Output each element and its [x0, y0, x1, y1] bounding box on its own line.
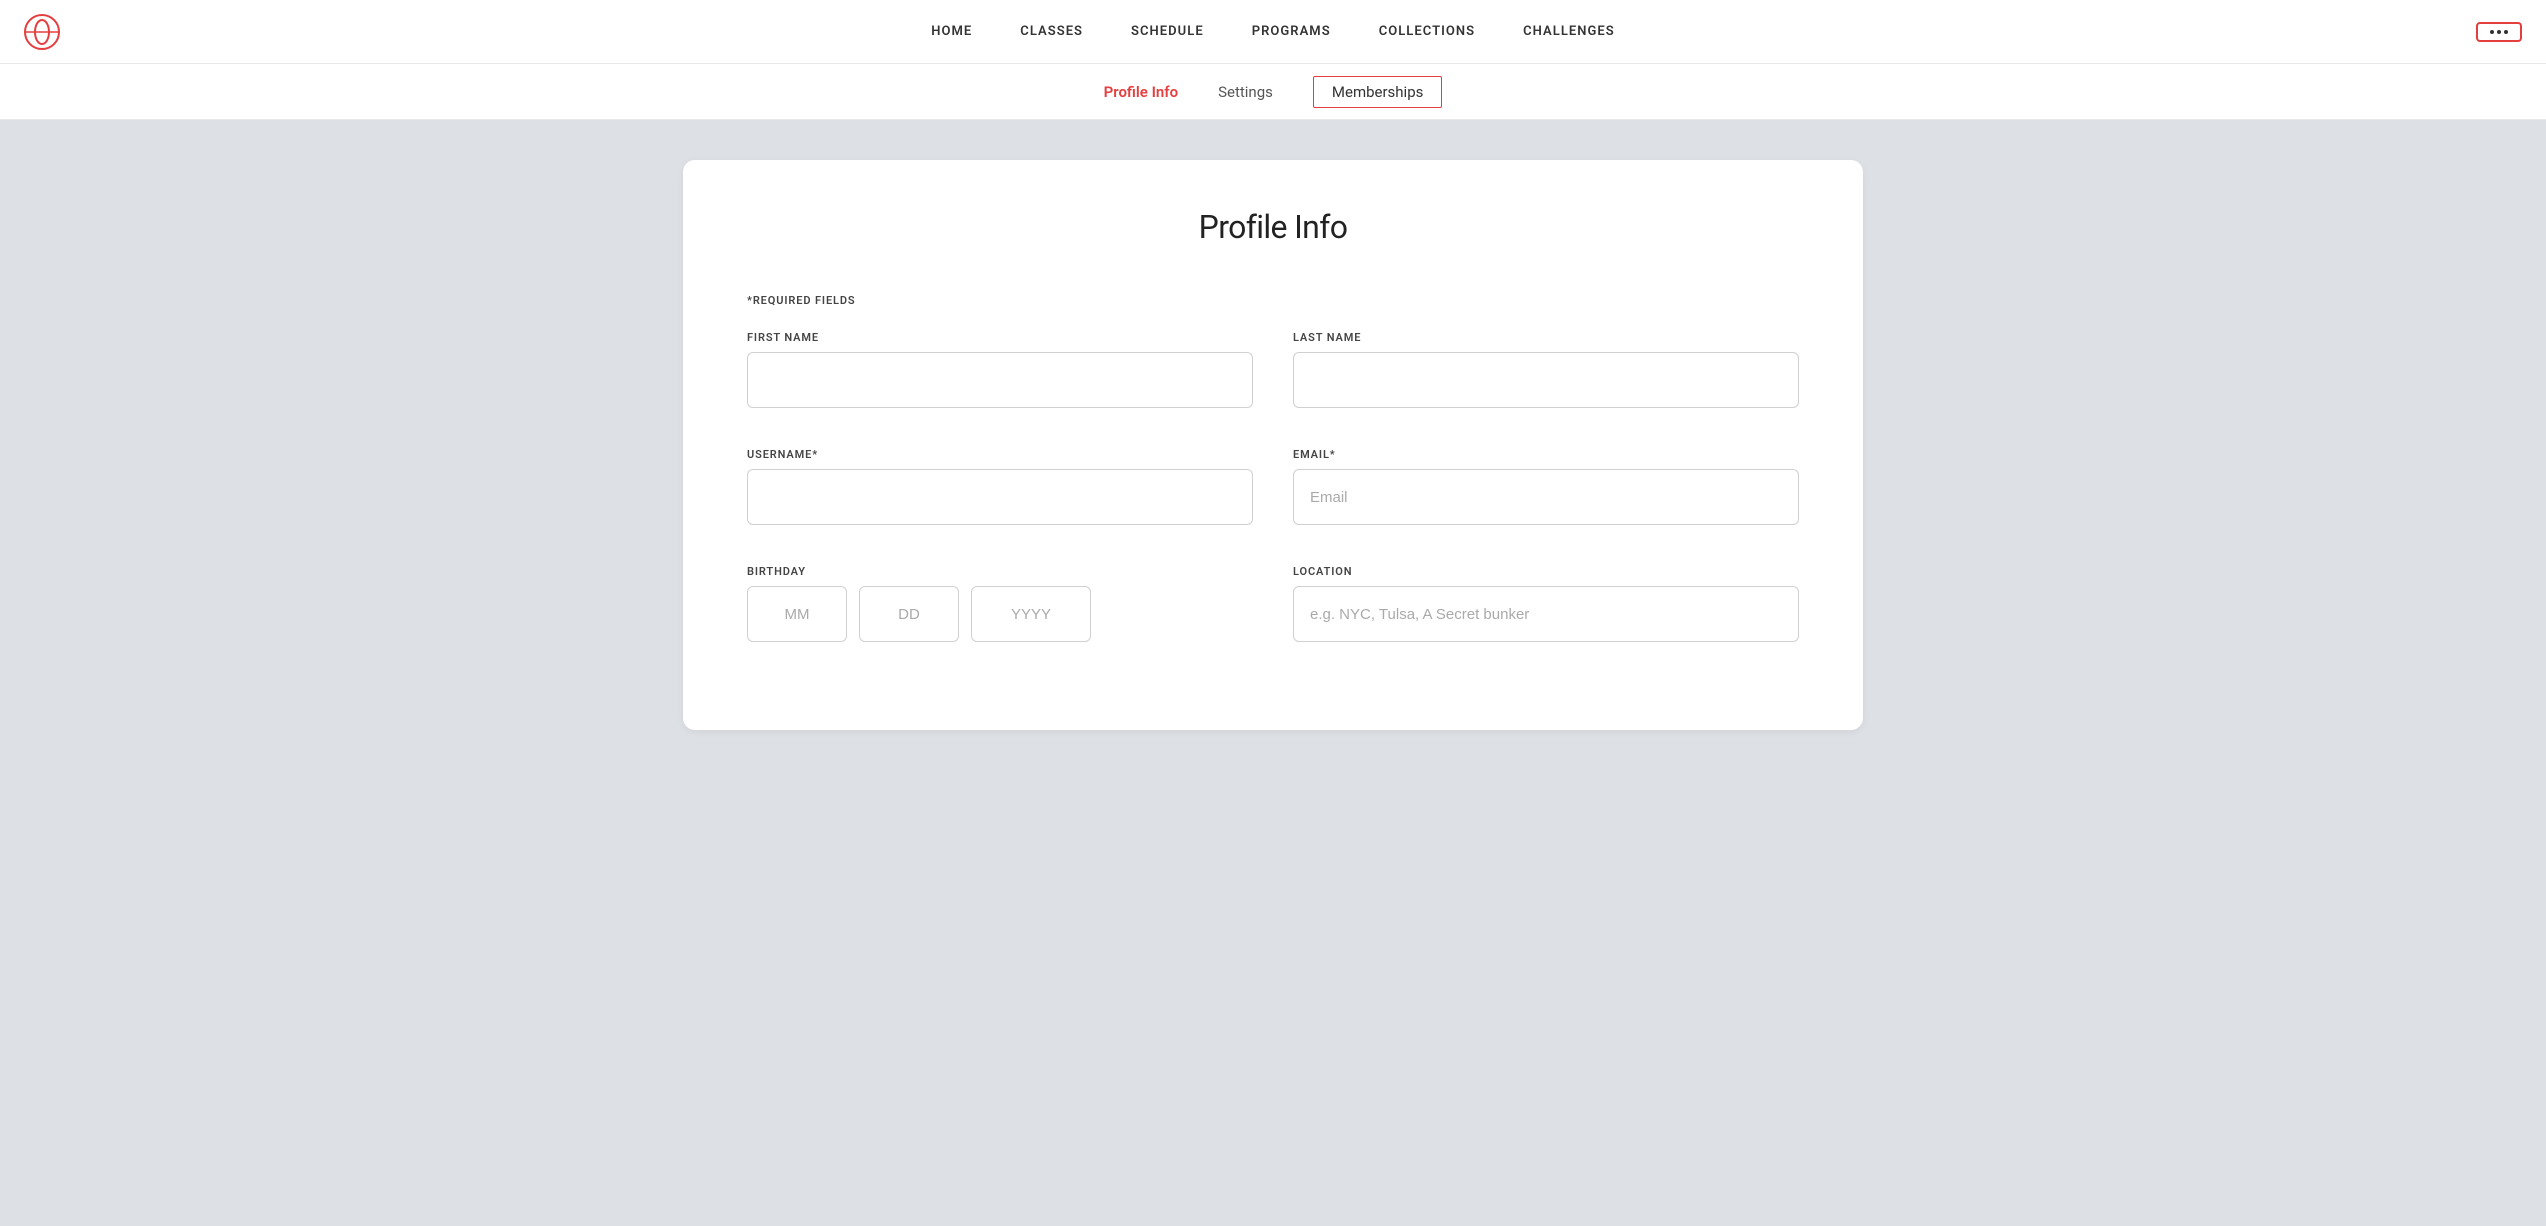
email-input[interactable]	[1293, 469, 1799, 525]
dot-3	[2504, 30, 2508, 34]
username-group: USERNAME*	[747, 448, 1253, 525]
dot-2	[2497, 30, 2501, 34]
last-name-group: LAST NAME	[1293, 331, 1799, 408]
birthday-group: BIRTHDAY	[747, 565, 1253, 642]
top-navigation: HOME CLASSES SCHEDULE PROGRAMS COLLECTIO…	[0, 0, 2546, 64]
birthday-location-row: BIRTHDAY LOCATION	[747, 565, 1799, 642]
more-options-button[interactable]	[2476, 22, 2522, 42]
birthday-year-input[interactable]	[971, 586, 1091, 642]
nav-item-schedule[interactable]: SCHEDULE	[1131, 24, 1204, 39]
birthday-month-input[interactable]	[747, 586, 847, 642]
logo[interactable]	[24, 14, 60, 50]
tab-profile-info[interactable]: Profile Info	[1104, 79, 1178, 105]
first-name-group: FIRST NAME	[747, 331, 1253, 408]
tab-settings[interactable]: Settings	[1218, 79, 1273, 105]
email-group: EMAIL*	[1293, 448, 1799, 525]
page-content: Profile Info *REQUIRED FIELDS FIRST NAME…	[0, 120, 2546, 770]
peloton-logo-icon	[24, 14, 60, 50]
nav-links: HOME CLASSES SCHEDULE PROGRAMS COLLECTIO…	[931, 24, 1615, 39]
username-email-row: USERNAME* EMAIL*	[747, 448, 1799, 525]
nav-item-collections[interactable]: COLLECTIONS	[1379, 24, 1475, 39]
location-group: LOCATION	[1293, 565, 1799, 642]
profile-sub-navigation: Profile Info Settings Memberships	[0, 64, 2546, 120]
nav-item-home[interactable]: HOME	[931, 24, 972, 39]
dot-1	[2490, 30, 2494, 34]
first-name-input[interactable]	[747, 352, 1253, 408]
username-input[interactable]	[747, 469, 1253, 525]
profile-card: Profile Info *REQUIRED FIELDS FIRST NAME…	[683, 160, 1863, 730]
last-name-input[interactable]	[1293, 352, 1799, 408]
location-label: LOCATION	[1293, 565, 1799, 578]
birthday-inputs-container	[747, 586, 1253, 642]
location-input[interactable]	[1293, 586, 1799, 642]
page-title: Profile Info	[747, 208, 1799, 246]
nav-item-classes[interactable]: CLASSES	[1020, 24, 1083, 39]
first-name-label: FIRST NAME	[747, 331, 1253, 344]
last-name-label: LAST NAME	[1293, 331, 1799, 344]
tab-memberships[interactable]: Memberships	[1313, 76, 1442, 108]
name-row: FIRST NAME LAST NAME	[747, 331, 1799, 408]
username-label: USERNAME*	[747, 448, 1253, 461]
birthday-label: BIRTHDAY	[747, 565, 1253, 578]
email-label: EMAIL*	[1293, 448, 1799, 461]
nav-item-challenges[interactable]: CHALLENGES	[1523, 24, 1615, 39]
birthday-day-input[interactable]	[859, 586, 959, 642]
required-note: *REQUIRED FIELDS	[747, 294, 1799, 307]
nav-item-programs[interactable]: PROGRAMS	[1252, 24, 1331, 39]
